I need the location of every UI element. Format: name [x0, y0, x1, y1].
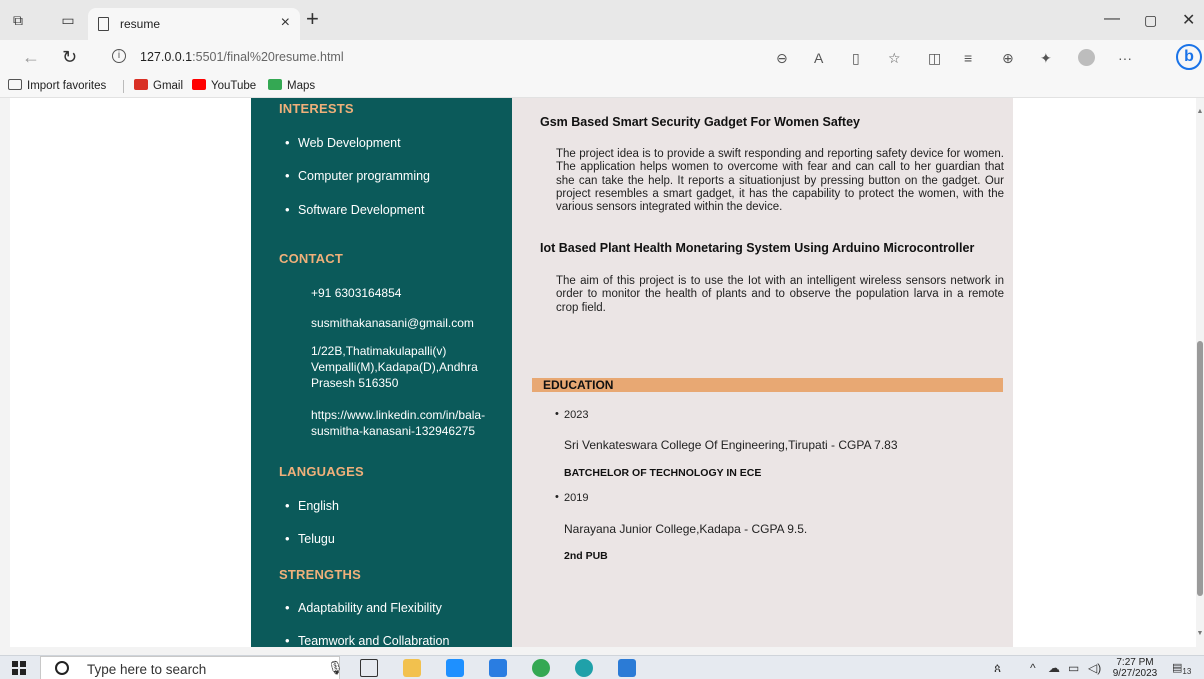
interests-heading: INTERESTS	[279, 101, 354, 116]
immersive-reader-icon[interactable]: ▯	[852, 51, 860, 65]
page-icon	[98, 17, 109, 31]
contact-address-line: Prasesh 516350	[311, 376, 399, 390]
workspaces-icon[interactable]: ⧉	[10, 12, 26, 28]
favorite-gmail[interactable]: Gmail	[134, 79, 183, 92]
education-degree: BATCHELOR OF TECHNOLOGY IN ECE	[564, 467, 762, 479]
onedrive-icon[interactable]: ☁	[1048, 661, 1060, 675]
page-scrollbar[interactable]: ▲ ▼	[1196, 98, 1204, 647]
people-icon[interactable]: ጰ	[994, 661, 1001, 676]
tab-title: resume	[120, 17, 161, 31]
store-icon[interactable]	[446, 659, 464, 677]
strength-item: Adaptability and Flexibility	[285, 600, 442, 615]
reload-icon[interactable]: ↻	[62, 47, 77, 67]
education-heading-bar: EDUCATION	[532, 378, 1003, 392]
folder-import-icon	[8, 79, 22, 90]
interest-item: Computer programming	[285, 168, 430, 183]
taskbar-search[interactable]: Type here to search 🎙	[40, 656, 344, 679]
interest-item: Software Development	[285, 202, 424, 217]
favorites-list-icon[interactable]: ≡	[964, 51, 972, 65]
chrome-icon[interactable]	[532, 659, 550, 677]
contact-phone: +91 6303164854	[311, 286, 402, 300]
more-menu-icon[interactable]: ···	[1118, 51, 1132, 65]
favorites-bar: Import favorites Gmail YouTube Maps	[0, 74, 1204, 98]
close-window-icon[interactable]: ✕	[1182, 10, 1195, 30]
contact-address-line: 1/22B,Thatimakulapalli(v)	[311, 344, 447, 358]
resume-main: Gsm Based Smart Security Gadget For Wome…	[512, 98, 1013, 647]
contact-address-line: Vempalli(M),Kadapa(D),Andhra	[311, 360, 478, 374]
resume-sidebar: INTERESTS Web Development Computer progr…	[251, 98, 512, 647]
education-heading: EDUCATION	[543, 378, 614, 392]
file-explorer-icon[interactable]	[403, 659, 421, 677]
task-view-icon[interactable]	[360, 659, 378, 677]
strength-item: Teamwork and Collabration	[285, 633, 450, 647]
vscode-icon[interactable]	[618, 659, 636, 677]
favorite-youtube[interactable]: YouTube	[192, 79, 256, 92]
bing-copilot-icon[interactable]: b	[1176, 44, 1202, 70]
favorite-import[interactable]: Import favorites	[8, 79, 106, 92]
language-item: English	[285, 498, 339, 513]
tab-resume[interactable]: resume ×	[88, 8, 300, 40]
page-viewport[interactable]: INTERESTS Web Development Computer progr…	[10, 98, 1196, 647]
project-description: The project idea is to provide a swift r…	[556, 148, 1004, 214]
contact-linkedin: susmitha-kanasani-132946275	[311, 424, 476, 438]
back-icon[interactable]: ←	[22, 47, 40, 67]
languages-heading: LANGUAGES	[279, 464, 364, 479]
collections-icon[interactable]: ⊕	[1002, 51, 1014, 65]
project-description: The aim of this project is to use the Io…	[556, 275, 1004, 314]
favorites-separator	[123, 80, 124, 93]
mail-icon[interactable]	[489, 659, 507, 677]
edge-icon[interactable]	[575, 659, 593, 677]
education-year: 2023	[555, 408, 589, 421]
new-tab-button[interactable]: +	[306, 8, 319, 30]
tab-strip: ⧉ ▭ resume × + — ▢ ✕	[0, 0, 1204, 40]
taskbar-clock[interactable]: 7:27 PM 9/27/2023	[1110, 657, 1160, 679]
taskbar-search-placeholder: Type here to search	[87, 662, 207, 677]
education-institution: Sri Venkateswara College Of Engineering,…	[564, 438, 898, 452]
battery-icon[interactable]: ▭	[1068, 661, 1079, 675]
education-year: 2019	[555, 491, 589, 504]
notification-count: 13	[1182, 667, 1192, 677]
microphone-icon[interactable]: 🎙	[327, 660, 344, 676]
contact-email: susmithakanasani@gmail.com	[311, 316, 474, 330]
zoom-icon[interactable]: ⊖	[776, 51, 788, 65]
contact-heading: CONTACT	[279, 251, 343, 266]
notifications-icon[interactable]: ▤13	[1172, 661, 1191, 676]
cortana-icon	[55, 661, 69, 675]
education-degree: 2nd PUB	[564, 550, 608, 562]
youtube-icon	[192, 79, 206, 90]
gmail-icon	[134, 79, 148, 90]
project-title: Iot Based Plant Health Monetaring System…	[540, 241, 975, 255]
scroll-thumb[interactable]	[1197, 341, 1203, 596]
split-screen-icon[interactable]: ◫	[928, 51, 941, 65]
read-aloud-icon[interactable]: A	[814, 51, 823, 65]
favorite-star-icon[interactable]: ☆	[888, 51, 901, 65]
language-item: Telugu	[285, 531, 335, 546]
minimize-icon[interactable]: —	[1104, 10, 1120, 28]
contact-linkedin: https://www.linkedin.com/in/bala-	[311, 408, 486, 422]
clock-time: 7:27 PM	[1116, 657, 1154, 668]
extension-icon[interactable]: ✦	[1040, 51, 1052, 65]
show-hidden-icons-icon[interactable]: ^	[1030, 661, 1036, 675]
tab-actions-icon[interactable]: ▭	[60, 12, 76, 28]
strengths-heading: STRENGTHS	[279, 567, 361, 582]
tab-close-button[interactable]: ×	[281, 14, 290, 32]
favorite-maps[interactable]: Maps	[268, 79, 315, 92]
site-info-icon[interactable]: i	[112, 49, 126, 63]
navigation-bar: ← ↻ i 127.0.0.1:5501/final%20resume.html…	[0, 40, 1204, 74]
scroll-down-icon[interactable]: ▼	[1196, 630, 1204, 637]
maps-icon	[268, 79, 282, 90]
education-institution: Narayana Junior College,Kadapa - CGPA 9.…	[564, 522, 808, 536]
scroll-up-icon[interactable]: ▲	[1196, 108, 1204, 115]
url-text: 127.0.0.1:5501/final%20resume.html	[140, 50, 344, 64]
volume-icon[interactable]: ◁)	[1088, 661, 1101, 675]
windows-start-icon[interactable]	[12, 661, 26, 675]
profile-avatar[interactable]	[1078, 49, 1095, 66]
restore-icon[interactable]: ▢	[1144, 12, 1157, 29]
project-title: Gsm Based Smart Security Gadget For Wome…	[540, 115, 861, 129]
interest-item: Web Development	[285, 135, 401, 150]
taskbar: Type here to search 🎙 ጰ ^ ☁ ▭ ◁) 7:27 PM…	[0, 655, 1204, 679]
clock-date: 9/27/2023	[1112, 668, 1158, 679]
